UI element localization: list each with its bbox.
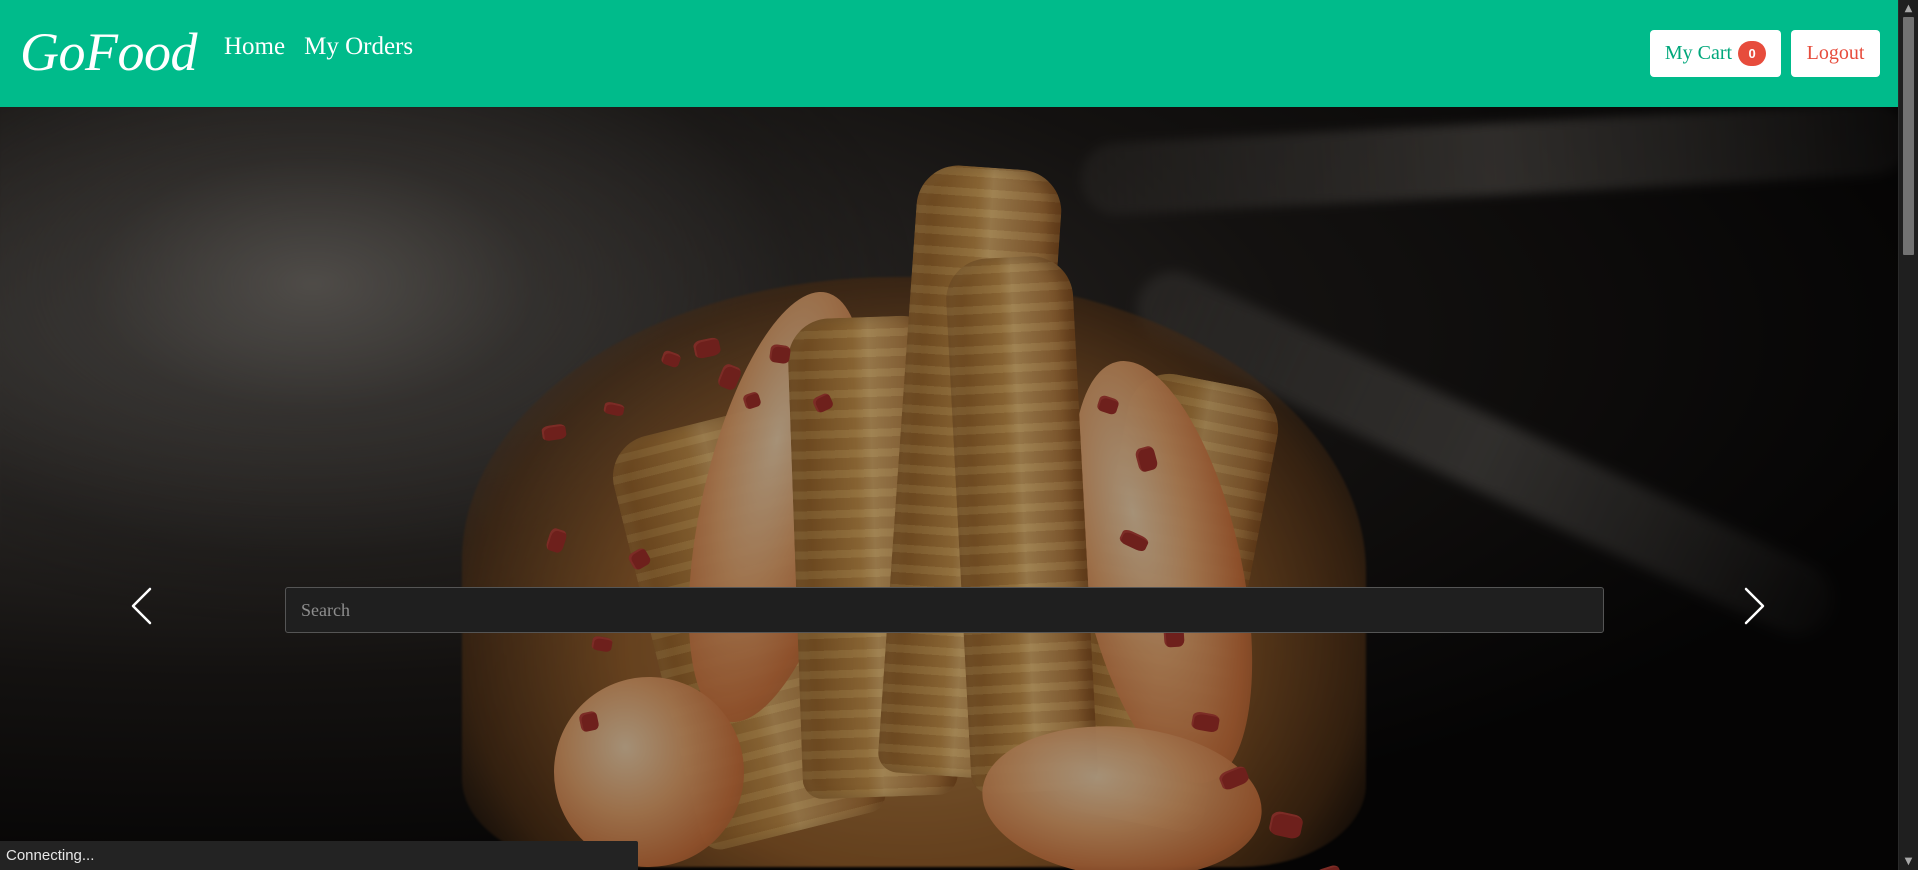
- bacon-bit: [811, 391, 835, 415]
- carousel-previous-button[interactable]: [122, 581, 160, 631]
- hero-carousel: [0, 107, 1898, 870]
- chevron-left-icon: [131, 587, 152, 625]
- home-link[interactable]: Home: [224, 33, 285, 61]
- bacon-bit: [1217, 764, 1251, 792]
- fry: [944, 254, 1099, 795]
- fry: [876, 162, 1065, 782]
- bacon-bit: [1190, 710, 1221, 734]
- cheese-sauce: [654, 275, 900, 739]
- my-cart-button[interactable]: My Cart 0: [1650, 30, 1781, 77]
- gofood-home-page: GoFood Home My Orders My Cart 0 Logout S…: [0, 0, 1918, 870]
- vertical-scrollbar[interactable]: ▲ ▼: [1898, 0, 1918, 870]
- browser-status-bar: Connecting...: [0, 841, 638, 870]
- bacon-bit: [1314, 863, 1344, 870]
- fries-base: [462, 277, 1366, 867]
- scroll-down-icon[interactable]: ▼: [1899, 853, 1918, 870]
- carousel-next-button[interactable]: [1736, 581, 1774, 631]
- bacon-bit: [1134, 444, 1159, 474]
- scroll-up-icon[interactable]: ▲: [1899, 0, 1918, 17]
- hero-image-overlay: [0, 107, 1898, 870]
- cheese-fries-image: [462, 162, 1366, 870]
- chevron-right-icon: [1744, 587, 1765, 625]
- bacon-bit: [1267, 809, 1305, 841]
- logout-button[interactable]: Logout: [1791, 30, 1880, 77]
- bacon-bit: [742, 390, 762, 411]
- main-navigation: Home My Orders: [224, 33, 413, 61]
- bacon-bit: [768, 343, 792, 365]
- cheese-sauce: [1039, 345, 1285, 799]
- cheese-sauce: [538, 661, 760, 870]
- brand-logo[interactable]: GoFood: [20, 25, 197, 79]
- account-actions: My Cart 0 Logout: [1650, 30, 1880, 77]
- bacon-bit: [692, 336, 722, 360]
- bacon-bit: [590, 635, 614, 653]
- scrollbar-thumb[interactable]: [1903, 17, 1914, 255]
- my-cart-label: My Cart: [1664, 42, 1733, 64]
- bacon-bit: [544, 526, 569, 555]
- bacon-bit: [541, 423, 567, 442]
- my-orders-link[interactable]: My Orders: [304, 33, 413, 61]
- background-blurred-cup: [0, 107, 920, 627]
- background-blurred-streak: [1078, 107, 1898, 217]
- bacon-bit: [1118, 527, 1150, 554]
- fry: [786, 314, 959, 800]
- bacon-bit: [602, 401, 626, 417]
- bacon-bit: [716, 362, 743, 392]
- bacon-bit: [626, 546, 653, 572]
- cheese-sauce: [975, 715, 1269, 870]
- bacon-bit: [660, 349, 682, 369]
- search-input[interactable]: [285, 587, 1604, 633]
- cart-count-badge: 0: [1738, 41, 1767, 66]
- bacon-bit: [578, 710, 600, 733]
- top-navigation-bar: GoFood Home My Orders My Cart 0 Logout: [0, 0, 1898, 107]
- bacon-bit: [1096, 394, 1120, 416]
